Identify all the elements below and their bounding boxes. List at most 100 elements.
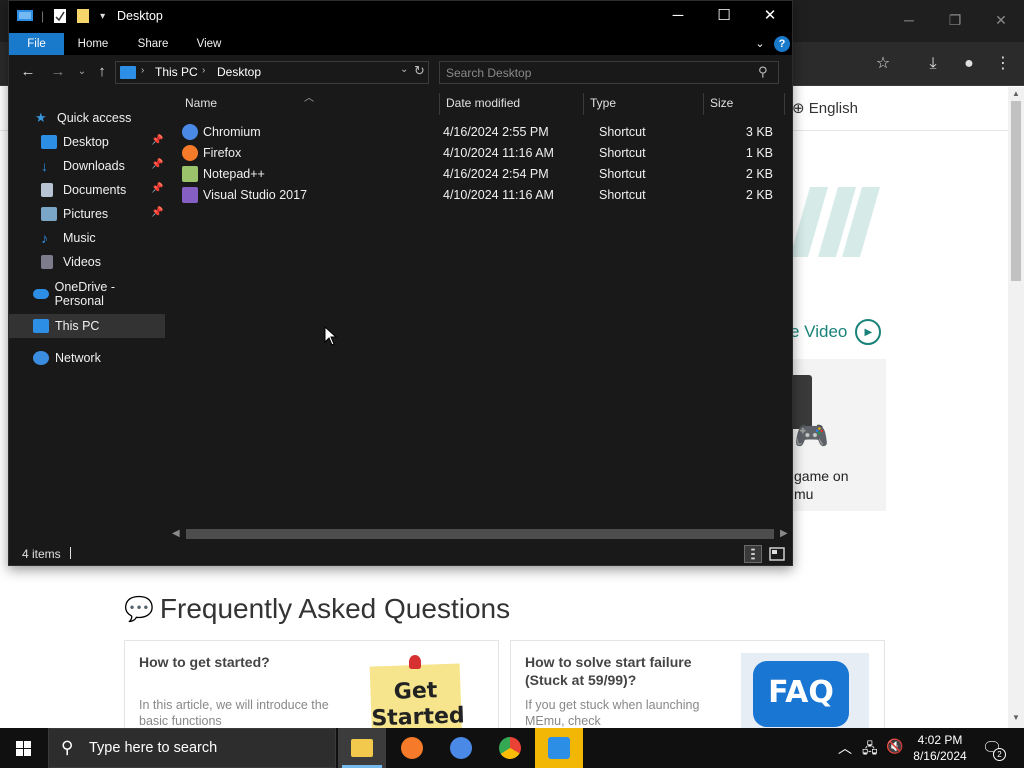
qat-customize-chevron-icon[interactable]: ▾ xyxy=(100,11,105,22)
download-icon[interactable]: ⤓ xyxy=(920,52,946,76)
nav-label: Videos xyxy=(63,255,101,269)
nav-this-pc[interactable]: This PC xyxy=(9,314,165,338)
address-bar[interactable]: › This PC › Desktop ⌄ ↻ xyxy=(115,61,429,84)
scroll-up-arrow-icon[interactable]: ▲ xyxy=(1012,89,1020,98)
faq-card-start-failure[interactable]: How to solve start failure (Stuck at 59/… xyxy=(510,640,885,728)
properties-icon[interactable] xyxy=(52,9,68,23)
watch-video-link[interactable]: e Video ▶ xyxy=(790,319,882,345)
column-divider[interactable] xyxy=(703,93,704,115)
file-row-firefox[interactable]: Firefox 4/10/2024 11:16 AM Shortcut 1 KB xyxy=(178,143,778,164)
file-name: Visual Studio 2017 xyxy=(203,188,308,202)
search-icon[interactable]: ⚲ xyxy=(758,64,768,80)
tab-share[interactable]: Share xyxy=(127,33,179,55)
column-divider[interactable] xyxy=(784,93,785,115)
column-header-type[interactable]: Type xyxy=(590,96,616,110)
scroll-down-arrow-icon[interactable]: ▼ xyxy=(1012,713,1020,722)
file-size: 2 KB xyxy=(745,188,773,202)
browser-minimize-button[interactable]: ─ xyxy=(894,8,924,32)
qat-separator: | xyxy=(41,9,45,23)
tab-file[interactable]: File xyxy=(9,33,64,55)
nav-item-pictures[interactable]: Pictures 📌 xyxy=(9,202,165,226)
window-title: Desktop xyxy=(117,9,163,23)
file-row-visual-studio[interactable]: Visual Studio 2017 4/10/2024 11:16 AM Sh… xyxy=(178,185,778,206)
bookmark-star-icon[interactable]: ☆ xyxy=(870,52,896,76)
show-hidden-icons-chevron-icon[interactable]: ︿ xyxy=(838,738,852,758)
taskbar-search-box[interactable]: ⚲ Type here to search xyxy=(48,728,336,768)
taskbar-file-explorer[interactable] xyxy=(338,728,386,768)
promo-card[interactable]: 🎮 game on mu xyxy=(790,359,886,511)
large-icons-view-icon[interactable] xyxy=(768,545,786,563)
language-label: English xyxy=(808,100,858,117)
browser-close-button[interactable]: ✕ xyxy=(986,8,1016,32)
network-status-icon[interactable]: 🖧 xyxy=(862,738,878,762)
file-row-notepadpp[interactable]: Notepad++ 4/16/2024 2:54 PM Shortcut 2 K… xyxy=(178,164,778,185)
promo-text: game on mu xyxy=(794,468,849,502)
nav-onedrive[interactable]: OneDrive - Personal xyxy=(9,280,165,308)
pin-icon[interactable]: 📌 xyxy=(151,183,163,194)
refresh-icon[interactable]: ↻ xyxy=(414,63,425,79)
status-bar: 4 items xyxy=(9,542,792,565)
scroll-right-arrow-icon[interactable]: ▶ xyxy=(780,528,788,539)
language-selector[interactable]: ⊕ English xyxy=(792,99,858,117)
address-history-chevron-icon[interactable]: ⌄ xyxy=(400,64,408,75)
search-box[interactable]: ⚲ xyxy=(439,61,779,84)
column-divider[interactable] xyxy=(439,93,440,115)
nav-label: Desktop xyxy=(63,135,109,149)
menu-kebab-icon[interactable]: ⋮ xyxy=(990,52,1016,76)
firefox-icon xyxy=(401,737,423,759)
maximize-button[interactable]: ☐ xyxy=(701,1,747,31)
tab-home[interactable]: Home xyxy=(67,33,119,55)
close-button[interactable]: ✕ xyxy=(747,1,793,31)
horizontal-scrollbar[interactable]: ◀ ▶ xyxy=(166,526,792,542)
nav-item-videos[interactable]: Videos xyxy=(9,250,165,274)
scrollbar-thumb[interactable] xyxy=(1011,101,1021,281)
column-divider[interactable] xyxy=(583,93,584,115)
start-button[interactable] xyxy=(0,728,48,768)
breadcrumb-chevron-icon[interactable]: › xyxy=(141,65,144,76)
details-view-icon[interactable] xyxy=(744,545,762,563)
breadcrumb-chevron-icon[interactable]: › xyxy=(202,65,205,76)
file-row-chromium[interactable]: Chromium 4/16/2024 2:55 PM Shortcut 3 KB xyxy=(178,122,778,143)
breadcrumb-desktop[interactable]: Desktop xyxy=(217,65,261,79)
column-header-size[interactable]: Size xyxy=(710,96,733,110)
nav-item-documents[interactable]: Documents 📌 xyxy=(9,178,165,202)
nav-item-desktop[interactable]: Desktop 📌 xyxy=(9,130,165,154)
new-folder-icon[interactable] xyxy=(76,9,92,23)
expand-ribbon-chevron-icon[interactable]: ⌄ xyxy=(753,34,767,54)
nav-quick-access[interactable]: ★ Quick access xyxy=(9,106,165,130)
breadcrumb-this-pc[interactable]: This PC xyxy=(155,65,198,79)
scrollbar-thumb[interactable] xyxy=(186,529,774,539)
column-header-date[interactable]: Date modified xyxy=(446,96,520,110)
firefox-icon xyxy=(182,145,198,161)
help-icon[interactable]: ? xyxy=(774,36,790,52)
search-input[interactable] xyxy=(446,64,746,81)
minimize-button[interactable]: ─ xyxy=(655,1,701,31)
explorer-titlebar: | ▾ Desktop ─ ☐ ✕ xyxy=(9,1,792,33)
desktop-folder-icon xyxy=(41,135,57,149)
back-arrow-icon[interactable]: ← xyxy=(17,61,39,83)
pin-icon[interactable]: 📌 xyxy=(151,207,163,218)
faq-card-get-started[interactable]: How to get started? In this article, we … xyxy=(124,640,499,728)
volume-muted-icon[interactable]: 🔇 xyxy=(886,738,903,755)
nav-item-music[interactable]: ♪ Music xyxy=(9,226,165,250)
tab-view[interactable]: View xyxy=(183,33,235,55)
profile-icon[interactable]: ● xyxy=(956,52,982,76)
nav-label: Quick access xyxy=(57,111,132,125)
browser-restore-button[interactable]: ❐ xyxy=(940,8,970,32)
notification-count-badge: 2 xyxy=(993,748,1006,761)
up-arrow-icon[interactable]: ↑ xyxy=(91,61,113,83)
column-header-name[interactable]: Name xyxy=(185,96,217,110)
taskbar-chromium[interactable] xyxy=(437,728,485,768)
pin-icon[interactable]: 📌 xyxy=(151,159,163,170)
recent-locations-chevron-icon[interactable]: ⌄ xyxy=(71,61,93,83)
forward-arrow-icon[interactable]: → xyxy=(47,61,69,83)
pin-icon[interactable]: 📌 xyxy=(151,135,163,146)
page-vertical-scrollbar[interactable]: ▲ ▼ xyxy=(1008,87,1024,728)
taskbar-firefox[interactable] xyxy=(388,728,436,768)
taskbar-chrome[interactable] xyxy=(486,728,534,768)
nav-network[interactable]: Network xyxy=(9,346,165,370)
scroll-left-arrow-icon[interactable]: ◀ xyxy=(172,528,180,539)
taskbar-memu[interactable] xyxy=(535,728,583,768)
nav-item-downloads[interactable]: ↓ Downloads 📌 xyxy=(9,154,165,178)
system-clock[interactable]: 4:02 PM 8/16/2024 xyxy=(908,732,972,764)
